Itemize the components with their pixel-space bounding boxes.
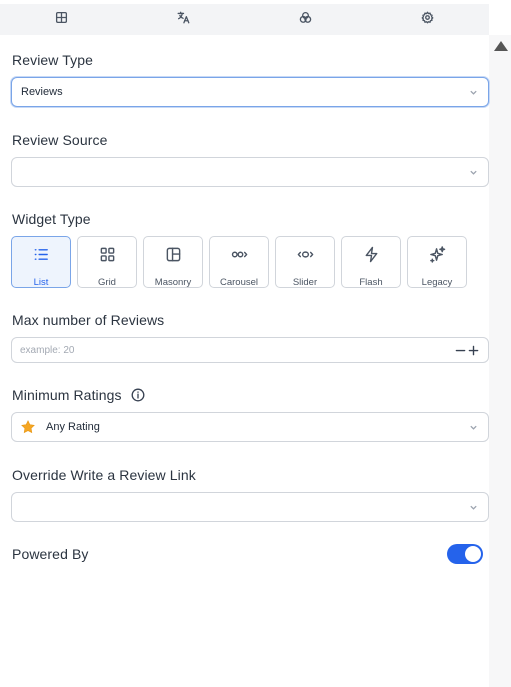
minimum-ratings-select[interactable]: Any Rating <box>11 412 489 442</box>
powered-by-label: Powered By <box>12 546 89 562</box>
minimum-ratings-value: Any Rating <box>46 421 100 433</box>
masonry-icon <box>165 246 182 268</box>
widget-option-label: Slider <box>292 277 318 288</box>
tab-translate[interactable] <box>122 4 244 35</box>
list-icon <box>33 246 50 268</box>
carousel-icon <box>231 246 248 268</box>
widget-option-label: List <box>33 277 49 288</box>
star-icon <box>21 420 35 434</box>
info-icon[interactable] <box>131 388 145 402</box>
widget-option-slider[interactable]: Slider <box>275 236 335 288</box>
chevron-down-icon <box>469 423 478 432</box>
chevron-down-icon <box>469 88 478 97</box>
chevron-down-icon <box>469 503 478 512</box>
override-link-label: Override Write a Review Link <box>12 467 196 483</box>
tab-style[interactable] <box>245 4 367 35</box>
widget-option-carousel[interactable]: Carousel <box>209 236 269 288</box>
widget-option-legacy[interactable]: Legacy <box>407 236 467 288</box>
review-type-label: Review Type <box>12 52 93 68</box>
minus-icon <box>455 349 465 351</box>
color-circles-icon <box>299 11 312 29</box>
powered-by-toggle[interactable] <box>447 544 483 564</box>
chevron-down-icon <box>469 168 478 177</box>
plus-icon <box>468 345 478 355</box>
widget-option-flash[interactable]: Flash <box>341 236 401 288</box>
widget-option-label: Legacy <box>421 277 453 288</box>
translate-icon <box>177 11 190 29</box>
widget-type-label: Widget Type <box>12 211 91 227</box>
max-reviews-stepper <box>11 337 489 363</box>
tab-layout[interactable] <box>0 4 122 35</box>
widget-option-masonry[interactable]: Masonry <box>143 236 203 288</box>
override-link-select[interactable] <box>11 492 489 522</box>
minimum-ratings-label: Minimum Ratings <box>12 387 122 403</box>
gear-icon <box>421 11 434 29</box>
widget-option-label: Flash <box>359 277 383 288</box>
widget-option-label: Masonry <box>154 277 192 288</box>
widget-option-grid[interactable]: Grid <box>77 236 137 288</box>
grid-icon <box>99 246 116 268</box>
max-reviews-input[interactable] <box>20 343 420 358</box>
sparkles-icon <box>429 246 446 268</box>
flash-icon <box>363 246 380 268</box>
widget-option-label: Grid <box>98 277 116 288</box>
scrollbar[interactable] <box>489 35 511 687</box>
increment-button[interactable] <box>465 342 481 358</box>
widget-option-label: Carousel <box>219 277 259 288</box>
toggle-knob <box>465 546 481 562</box>
top-tab-bar <box>0 4 489 35</box>
max-reviews-label: Max number of Reviews <box>12 312 165 328</box>
slider-icon <box>297 246 314 268</box>
layout-grid-icon <box>55 11 68 29</box>
widget-option-list[interactable]: List <box>11 236 71 288</box>
tab-settings[interactable] <box>367 4 489 35</box>
review-type-value: Reviews <box>21 86 63 98</box>
review-type-select[interactable]: Reviews <box>11 77 489 107</box>
review-source-select[interactable] <box>11 157 489 187</box>
scroll-up-arrow-icon[interactable] <box>494 41 508 51</box>
widget-type-options: List Grid Masonry Carousel Slider Flash <box>11 236 467 288</box>
review-source-label: Review Source <box>12 132 108 148</box>
